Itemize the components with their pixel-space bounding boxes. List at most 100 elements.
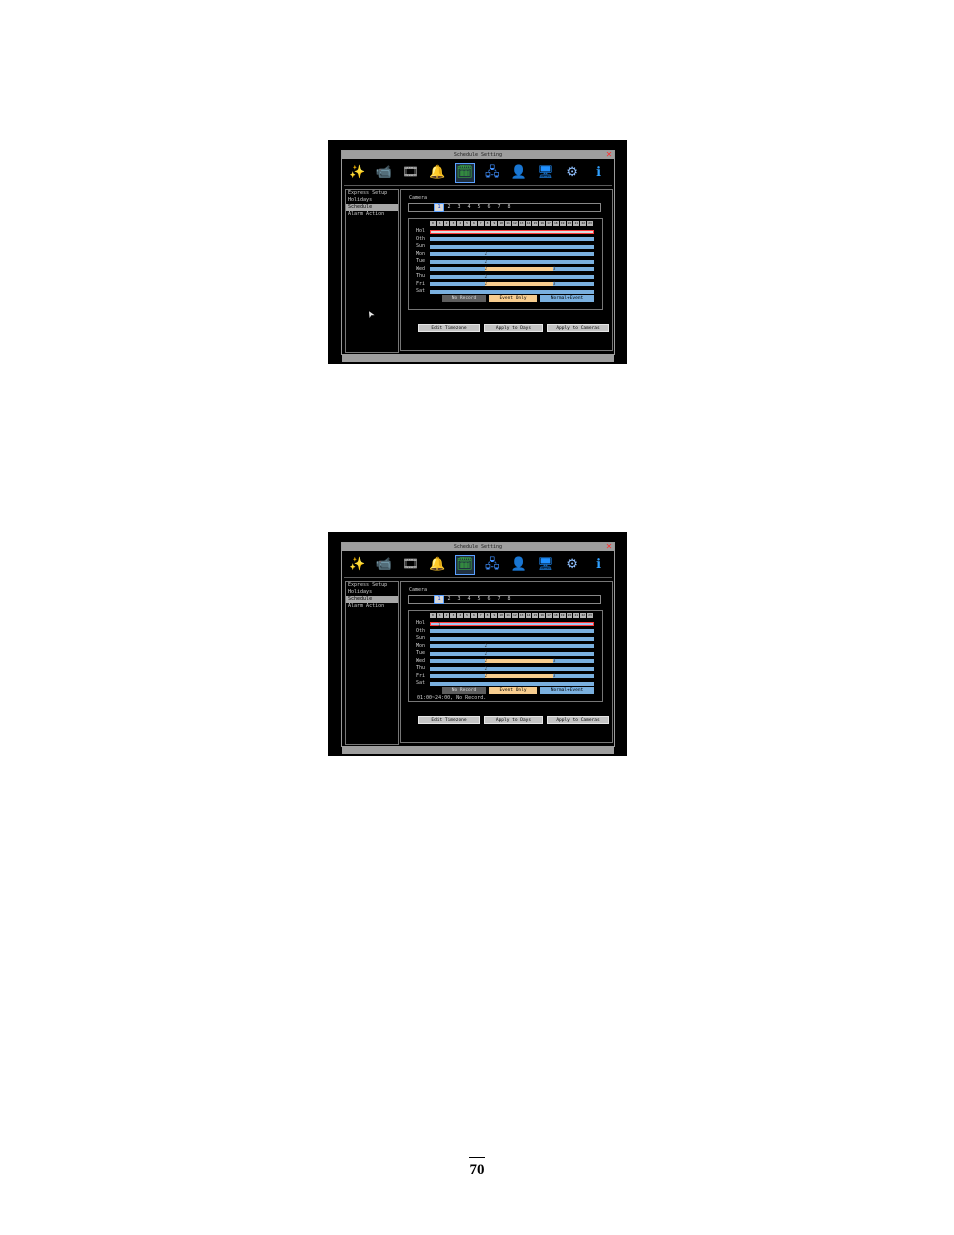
hour-5[interactable]: 5 (464, 221, 471, 226)
camera-icon[interactable]: 📹 (375, 164, 393, 182)
hour-9[interactable]: 9 (491, 613, 499, 618)
hour-3[interactable]: 3 (450, 221, 458, 226)
hour-19[interactable]: 19 (559, 221, 567, 226)
hour-11[interactable]: 11 (505, 613, 512, 618)
info-icon[interactable]: ℹ (590, 556, 608, 574)
hour-1[interactable]: 1 (436, 221, 444, 226)
menu-item-express-setup[interactable]: Express Setup (346, 190, 398, 197)
camera-7-button[interactable]: 7 (494, 204, 504, 211)
hour-16[interactable]: 16 (539, 221, 547, 226)
hour-10[interactable]: 10 (498, 221, 506, 226)
info-icon[interactable]: ℹ (590, 164, 608, 182)
menu-item-holidays[interactable]: Holidays (346, 197, 398, 204)
close-icon[interactable]: ✕ (605, 543, 613, 551)
hour-7[interactable]: 7 (477, 613, 485, 618)
camera-1-button[interactable]: 1 (434, 203, 444, 212)
day-bar-tue[interactable]: 2 (430, 259, 594, 264)
network-icon[interactable]: 🖧 (483, 556, 501, 574)
camera-1-button[interactable]: 1 (434, 595, 444, 604)
camera-7-button[interactable]: 7 (494, 596, 504, 603)
monitor-icon[interactable]: 🖥 (536, 556, 554, 574)
camera-4-button[interactable]: 4 (464, 204, 474, 211)
hour-4[interactable]: 4 (457, 613, 465, 618)
hour-19[interactable]: 19 (559, 613, 567, 618)
menu-item-schedule[interactable]: Schedule (346, 596, 398, 603)
day-bar-oth[interactable] (430, 237, 594, 241)
camera-8-button[interactable]: 8 (504, 204, 514, 211)
day-bar-mon[interactable]: 2 (430, 251, 594, 256)
hour-21[interactable]: 21 (573, 221, 581, 226)
hour-1[interactable]: 1 (436, 613, 444, 618)
hour-0[interactable]: 0 (430, 613, 437, 618)
hour-2[interactable]: 2 (443, 613, 451, 618)
day-bar-fri[interactable]: 23 (430, 281, 594, 286)
hour-18[interactable]: 18 (552, 221, 560, 226)
camera-2-button[interactable]: 2 (444, 596, 454, 603)
day-bar-thu[interactable]: 2 (430, 666, 594, 671)
hour-10[interactable]: 10 (498, 613, 506, 618)
apply-to-cameras-button[interactable]: Apply to Cameras (547, 324, 609, 332)
hour-3[interactable]: 3 (450, 613, 458, 618)
day-bar-sat[interactable] (430, 681, 594, 686)
day-bar-fri[interactable]: 23 (430, 673, 594, 678)
camera-icon[interactable]: 📹 (375, 556, 393, 574)
hour-8[interactable]: 8 (484, 613, 492, 618)
hour-8[interactable]: 8 (484, 221, 492, 226)
apply-to-days-button[interactable]: Apply to Days (484, 324, 543, 332)
camera-3-button[interactable]: 3 (454, 596, 464, 603)
hour-23[interactable]: 23 (587, 221, 594, 226)
hour-0[interactable]: 0 (430, 221, 437, 226)
edit-timezone-button[interactable]: Edit Timezone (418, 716, 480, 724)
menu-item-express-setup[interactable]: Express Setup (346, 582, 398, 589)
user-icon[interactable]: 👤 (510, 164, 528, 182)
network-icon[interactable]: 🖧 (483, 164, 501, 182)
wand-icon[interactable]: ✨ (348, 164, 366, 182)
apply-to-cameras-button[interactable]: Apply to Cameras (547, 716, 609, 724)
day-bar-oth[interactable] (430, 629, 594, 633)
hour-2[interactable]: 2 (443, 221, 451, 226)
hour-22[interactable]: 22 (580, 221, 588, 226)
hour-17[interactable]: 17 (546, 221, 553, 226)
camera-4-button[interactable]: 4 (464, 596, 474, 603)
camera-8-button[interactable]: 8 (504, 596, 514, 603)
hour-22[interactable]: 22 (580, 613, 588, 618)
hour-12[interactable]: 12 (511, 613, 519, 618)
day-bar-hol[interactable] (430, 229, 594, 234)
bell-icon[interactable]: 🔔 (428, 164, 446, 182)
day-bar-thu[interactable]: 2 (430, 274, 594, 279)
hour-20[interactable]: 20 (566, 613, 574, 618)
film-reel-icon[interactable]: 🎞 (401, 164, 419, 182)
hour-14[interactable]: 14 (525, 613, 533, 618)
hour-15[interactable]: 15 (532, 221, 540, 226)
camera-6-button[interactable]: 6 (484, 596, 494, 603)
day-bar-hol[interactable]: 1 (430, 621, 594, 627)
film-reel-icon[interactable]: 🎞 (401, 556, 419, 574)
hour-12[interactable]: 12 (511, 221, 519, 226)
hour-20[interactable]: 20 (566, 221, 574, 226)
menu-item-alarm-action[interactable]: Alarm Action (346, 603, 398, 610)
day-bar-mon[interactable]: 2 (430, 643, 594, 648)
apply-to-days-button[interactable]: Apply to Days (484, 716, 543, 724)
day-bar-sun[interactable] (430, 244, 594, 249)
close-icon[interactable]: ✕ (605, 151, 613, 159)
hour-21[interactable]: 21 (573, 613, 581, 618)
hour-17[interactable]: 17 (546, 613, 553, 618)
user-icon[interactable]: 👤 (510, 556, 528, 574)
hour-18[interactable]: 18 (552, 613, 560, 618)
camera-5-button[interactable]: 5 (474, 596, 484, 603)
hour-11[interactable]: 11 (505, 221, 512, 226)
menu-item-alarm-action[interactable]: Alarm Action (346, 211, 398, 218)
camera-5-button[interactable]: 5 (474, 204, 484, 211)
gears-icon[interactable]: ⚙ (563, 164, 581, 182)
day-bar-sat[interactable] (430, 289, 594, 294)
bell-icon[interactable]: 🔔 (428, 556, 446, 574)
camera-3-button[interactable]: 3 (454, 204, 464, 211)
hour-9[interactable]: 9 (491, 221, 499, 226)
hour-4[interactable]: 4 (457, 221, 465, 226)
camera-2-button[interactable]: 2 (444, 204, 454, 211)
hour-15[interactable]: 15 (532, 613, 540, 618)
wand-icon[interactable]: ✨ (348, 556, 366, 574)
hour-6[interactable]: 6 (470, 221, 478, 226)
hour-13[interactable]: 13 (518, 221, 526, 226)
gears-icon[interactable]: ⚙ (563, 556, 581, 574)
